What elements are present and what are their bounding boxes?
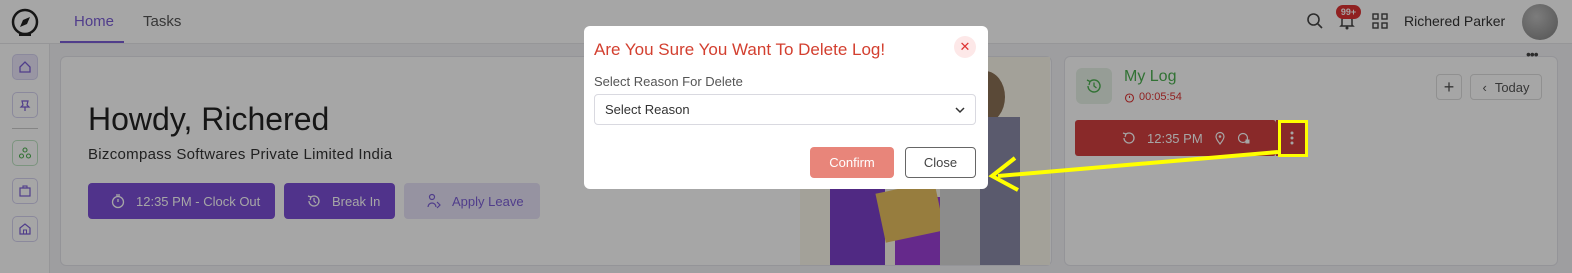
confirm-button[interactable]: Confirm [810,147,894,178]
reason-label: Select Reason For Delete [594,74,743,89]
delete-log-modal: Are You Sure You Want To Delete Log! ✕ S… [584,26,988,189]
reason-select-value: Select Reason [605,102,690,117]
reason-select[interactable]: Select Reason [594,94,976,125]
modal-close-icon[interactable]: ✕ [954,36,976,58]
modal-title: Are You Sure You Want To Delete Log! [594,40,886,59]
chevron-down-icon [955,107,965,114]
close-button[interactable]: Close [905,147,976,178]
